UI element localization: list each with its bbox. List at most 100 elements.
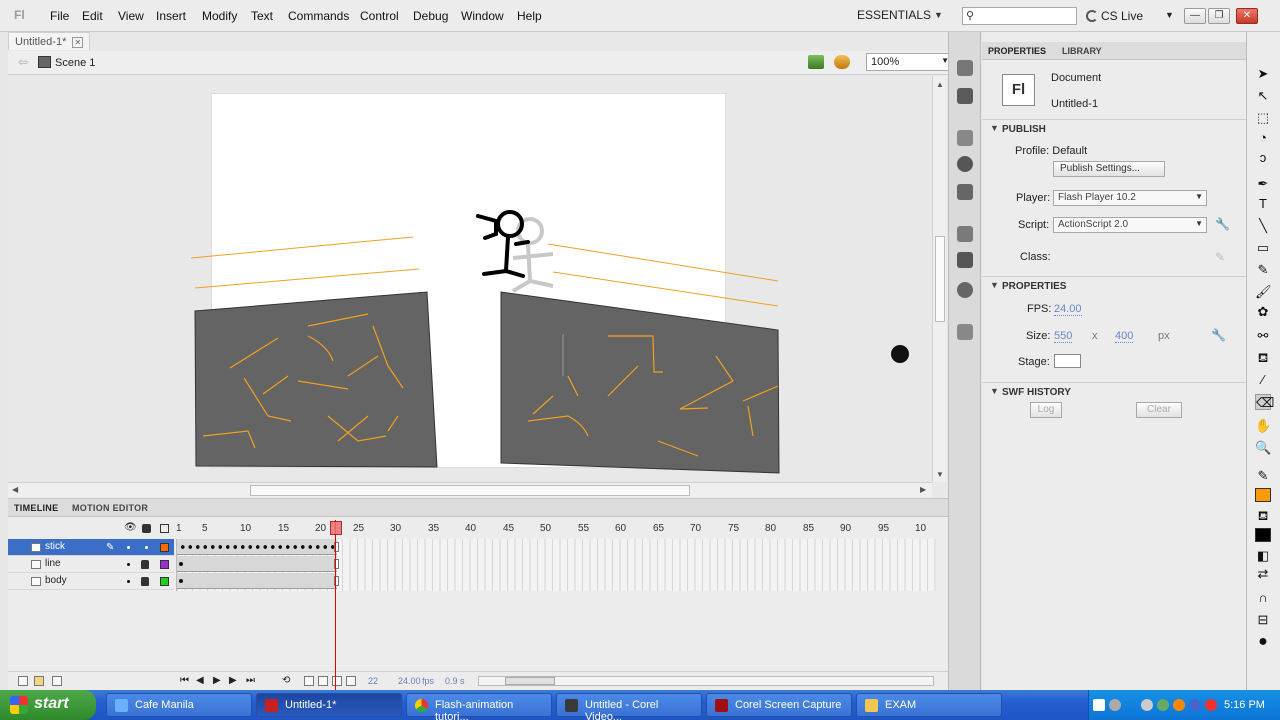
frame-grid[interactable]	[176, 539, 936, 591]
vertical-scrollbar[interactable]: ▲ ▼	[932, 76, 946, 482]
menu-window[interactable]: Window	[461, 9, 504, 23]
align-icon[interactable]	[957, 88, 973, 104]
back-arrow-icon[interactable]: ⇦	[18, 55, 28, 69]
task-corel-capture[interactable]: Corel Screen Capture	[706, 693, 852, 717]
center-frame-icon[interactable]	[304, 676, 314, 686]
close-button[interactable]: ✕	[1236, 8, 1258, 24]
history-icon[interactable]	[957, 60, 973, 76]
task-chrome[interactable]: Flash-animation tutori...	[406, 693, 552, 720]
lasso-tool-icon[interactable]: ↄ	[1255, 150, 1271, 166]
lock-icon[interactable]	[141, 560, 149, 569]
project-icon[interactable]	[957, 324, 973, 340]
tab-motion-editor[interactable]: MOTION EDITOR	[72, 503, 148, 513]
log-button[interactable]: Log	[1030, 402, 1062, 418]
help-search-input[interactable]: ⚲	[962, 7, 1077, 25]
components-icon[interactable]	[957, 252, 973, 268]
selection-tool-icon[interactable]: ➤	[1255, 66, 1271, 82]
menu-debug[interactable]: Debug	[413, 9, 448, 23]
tray-icon[interactable]	[1141, 699, 1153, 711]
lock-icon[interactable]	[142, 524, 151, 533]
player-select[interactable]: Flash Player 10.2 ▼	[1053, 190, 1207, 206]
fps-value[interactable]: 24.00	[398, 676, 421, 686]
workspace-switcher[interactable]: ESSENTIALS	[857, 8, 931, 22]
scroll-down-icon[interactable]: ▼	[936, 470, 944, 479]
properties-section-header[interactable]: ▼ PROPERTIES	[982, 276, 1246, 294]
playhead-handle[interactable]	[330, 521, 342, 535]
layer-color-swatch[interactable]	[160, 543, 169, 552]
text-tool-icon[interactable]: T	[1255, 196, 1271, 212]
eyedropper-tool-icon[interactable]: ⁄	[1255, 372, 1271, 388]
pencil-icon[interactable]: ✎	[1215, 250, 1225, 264]
stage-color-swatch[interactable]	[1054, 354, 1081, 368]
pencil-tool-icon[interactable]: ✎	[1255, 262, 1271, 278]
layer-row-stick[interactable]: stick ✎	[8, 539, 174, 556]
swf-history-section-header[interactable]: ▼ SWF HISTORY	[982, 382, 1246, 400]
stroke-color-swatch[interactable]	[1255, 488, 1271, 502]
layer-color-swatch[interactable]	[160, 577, 169, 586]
eraser-shape-icon[interactable]: ●	[1255, 634, 1271, 650]
eraser-mode-icon[interactable]: ⊟	[1255, 612, 1271, 628]
frame-span-stick[interactable]	[177, 539, 339, 555]
start-button[interactable]: start	[0, 690, 96, 720]
subselection-tool-icon[interactable]: ↖	[1255, 88, 1271, 104]
menu-modify[interactable]: Modify	[202, 9, 237, 23]
new-layer-icon[interactable]	[18, 676, 28, 686]
new-folder-icon[interactable]	[34, 676, 44, 686]
3d-rotation-tool-icon[interactable]: ◔	[1255, 130, 1271, 146]
onion-outline-icon[interactable]	[332, 676, 342, 686]
stage-height[interactable]: 400	[1115, 330, 1134, 343]
bone-tool-icon[interactable]: ⚯	[1255, 328, 1271, 344]
network-icon[interactable]	[1109, 699, 1121, 711]
lock-dot[interactable]	[145, 546, 148, 549]
transform-icon[interactable]	[957, 184, 973, 200]
fill-color-icon[interactable]: ⛾	[1255, 508, 1271, 524]
menu-control[interactable]: Control	[360, 9, 399, 23]
onion-skin-icon[interactable]	[318, 676, 328, 686]
eraser-tool-icon[interactable]: ⌫	[1255, 394, 1274, 410]
clear-button[interactable]: Clear	[1136, 402, 1182, 418]
wrench-icon[interactable]: 🔧	[1211, 328, 1226, 342]
frame-header[interactable]: 👁 1 5 10 15 20 25 30 35 40 45 50 55 60 6…	[8, 519, 948, 537]
zoom-tool-icon[interactable]: 🔍	[1255, 440, 1271, 456]
layer-name[interactable]: body	[45, 575, 67, 586]
swatches-icon[interactable]	[957, 130, 973, 146]
menu-commands[interactable]: Commands	[288, 9, 349, 23]
layer-name[interactable]: stick	[45, 541, 65, 552]
tab-properties[interactable]: PROPERTIES	[988, 46, 1046, 56]
scroll-left-icon[interactable]: ◀	[12, 485, 18, 494]
fps-value[interactable]: 24.00	[1054, 303, 1082, 316]
task-flash[interactable]: Untitled-1*	[256, 693, 402, 717]
delete-layer-icon[interactable]	[52, 676, 62, 686]
chevron-down-icon[interactable]: ▼	[1165, 10, 1174, 20]
horizontal-scrollbar[interactable]: ◀ ▶	[8, 482, 932, 498]
chevron-down-icon[interactable]: ▼	[934, 10, 943, 20]
play-icon[interactable]: ▶	[213, 675, 221, 686]
outline-icon[interactable]	[160, 524, 169, 533]
eye-icon[interactable]: 👁	[124, 522, 137, 533]
loop-icon[interactable]: ⟲	[282, 675, 290, 686]
frame-span-body[interactable]	[177, 573, 339, 589]
pen-tool-icon[interactable]: ✒	[1255, 176, 1271, 192]
menu-file[interactable]: File	[50, 9, 69, 23]
free-transform-tool-icon[interactable]: ⬚	[1255, 110, 1271, 126]
edit-symbols-icon[interactable]	[808, 55, 824, 69]
frame-span-line[interactable]	[177, 556, 339, 572]
wrench-icon[interactable]: 🔧	[1215, 217, 1230, 231]
restore-button[interactable]: ❐	[1208, 8, 1230, 24]
menu-view[interactable]: View	[118, 9, 144, 23]
task-corel-video[interactable]: Untitled - Corel Video...	[556, 693, 702, 720]
visibility-dot[interactable]	[127, 546, 130, 549]
pasteboard[interactable]	[8, 76, 932, 482]
black-white-icon[interactable]: ◧	[1255, 548, 1271, 564]
tab-library[interactable]: LIBRARY	[1062, 46, 1102, 56]
publish-section-header[interactable]: ▼ PUBLISH	[982, 119, 1246, 137]
menu-text[interactable]: Text	[251, 9, 273, 23]
help-icon[interactable]	[1093, 699, 1105, 711]
scroll-thumb[interactable]	[935, 236, 945, 322]
line-tool-icon[interactable]: ╲	[1255, 218, 1271, 234]
motion-presets-icon[interactable]	[957, 282, 973, 298]
layer-row-line[interactable]: line	[8, 556, 174, 573]
scroll-up-icon[interactable]: ▲	[936, 80, 944, 89]
rectangle-tool-icon[interactable]: ▭	[1255, 240, 1271, 256]
menu-insert[interactable]: Insert	[156, 9, 186, 23]
